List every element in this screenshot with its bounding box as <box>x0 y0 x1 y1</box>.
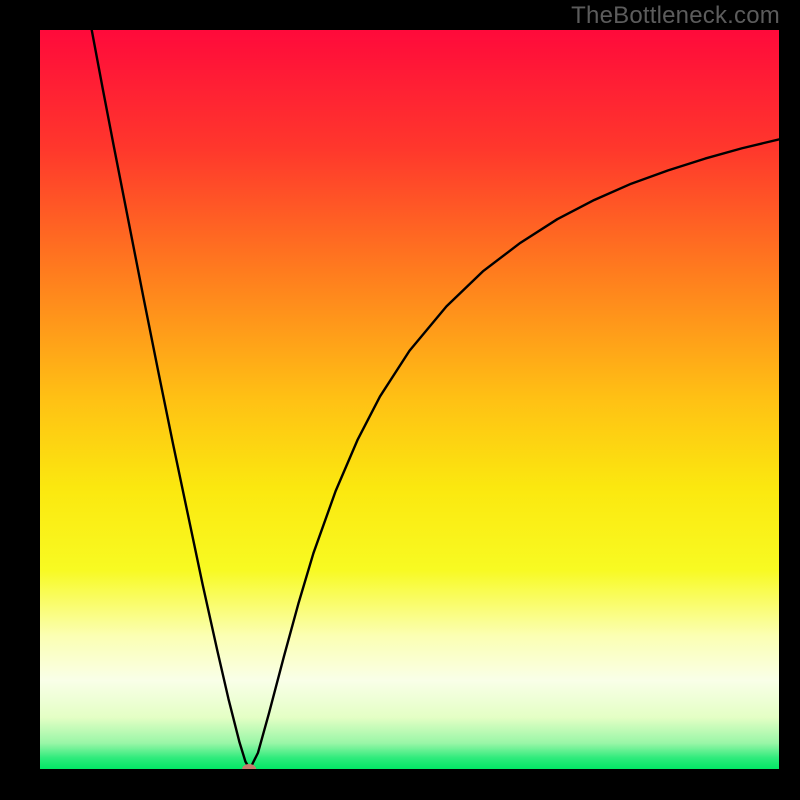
bottleneck-chart <box>40 30 779 769</box>
watermark-text: TheBottleneck.com <box>571 2 780 30</box>
plot-area <box>40 30 779 769</box>
gradient-background <box>40 30 779 769</box>
chart-root: TheBottleneck.com <box>0 0 800 800</box>
